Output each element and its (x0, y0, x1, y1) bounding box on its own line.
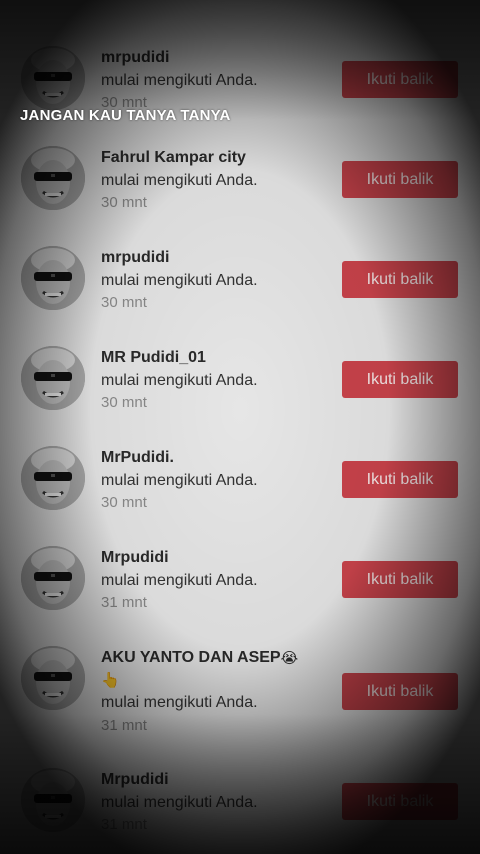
follow-action-text: mulai mengikuti Anda. (101, 794, 258, 811)
notification-row[interactable]: MR Pudidi_01 mulai mengikuti Anda. 30 mn… (0, 330, 480, 430)
follow-back-button[interactable]: Ikuti balik (342, 783, 458, 820)
notification-row[interactable]: MrPudidi. mulai mengikuti Anda. 30 mnt I… (0, 430, 480, 530)
follow-action-text: mulai mengikuti Anda. (101, 694, 258, 711)
notification-row[interactable]: mrpudidi mulai mengikuti Anda. 30 mnt Ik… (0, 230, 480, 330)
follow-action-text: mulai mengikuti Anda. (101, 272, 258, 289)
username[interactable]: MrPudidi. (101, 449, 174, 467)
follow-back-button[interactable]: Ikuti balik (342, 361, 458, 398)
username[interactable]: Mrpudidi (101, 771, 169, 789)
follow-action-text: mulai mengikuti Anda. (101, 472, 258, 489)
notification-row[interactable]: AKU YANTO DAN ASEP😭 👆 mulai mengikuti An… (0, 630, 480, 750)
username[interactable]: Mrpudidi (101, 549, 169, 567)
notification-row[interactable]: Mrpudidi mulai mengikuti Anda. 31 mnt Ik… (0, 530, 480, 630)
follow-back-button[interactable]: Ikuti balik (342, 161, 458, 198)
timestamp: 31 mnt (101, 816, 147, 833)
crying-emoji: 😭 (280, 650, 299, 667)
avatar[interactable] (21, 346, 85, 410)
follow-action-text: mulai mengikuti Anda. (101, 72, 258, 89)
video-caption: JANGAN KAU TANYA TANYA (20, 107, 231, 124)
notification-row[interactable]: Fahrul Kampar city mulai mengikuti Anda.… (0, 130, 480, 230)
follow-back-button[interactable]: Ikuti balik (342, 461, 458, 498)
follow-action-text: mulai mengikuti Anda. (101, 572, 258, 589)
avatar[interactable] (21, 768, 85, 832)
timestamp: 31 mnt (101, 717, 147, 734)
username[interactable]: MR Pudidi_01 (101, 349, 206, 367)
notification-row[interactable]: Mrpudidi mulai mengikuti Anda. 31 mnt Ik… (0, 752, 480, 852)
follow-back-button[interactable]: Ikuti balik (342, 561, 458, 598)
username[interactable]: Fahrul Kampar city (101, 149, 246, 167)
avatar[interactable] (21, 446, 85, 510)
follow-back-button[interactable]: Ikuti balik (342, 261, 458, 298)
timestamp: 30 mnt (101, 294, 147, 311)
follow-action-text: mulai mengikuti Anda. (101, 372, 258, 389)
avatar[interactable] (21, 646, 85, 710)
pointing-up-emoji: 👆 (101, 672, 120, 689)
avatar[interactable] (21, 546, 85, 610)
timestamp: 31 mnt (101, 594, 147, 611)
avatar[interactable] (21, 46, 85, 110)
username[interactable]: mrpudidi (101, 49, 169, 67)
timestamp: 30 mnt (101, 494, 147, 511)
username[interactable]: AKU YANTO DAN ASEP😭 (101, 649, 298, 667)
username[interactable]: mrpudidi (101, 249, 169, 267)
follow-action-text: mulai mengikuti Anda. (101, 172, 258, 189)
avatar[interactable] (21, 146, 85, 210)
username-text: AKU YANTO DAN ASEP (101, 649, 281, 667)
follow-back-button[interactable]: Ikuti balik (342, 61, 458, 98)
follow-back-button[interactable]: Ikuti balik (342, 673, 458, 710)
timestamp: 30 mnt (101, 194, 147, 211)
avatar[interactable] (21, 246, 85, 310)
timestamp: 30 mnt (101, 394, 147, 411)
